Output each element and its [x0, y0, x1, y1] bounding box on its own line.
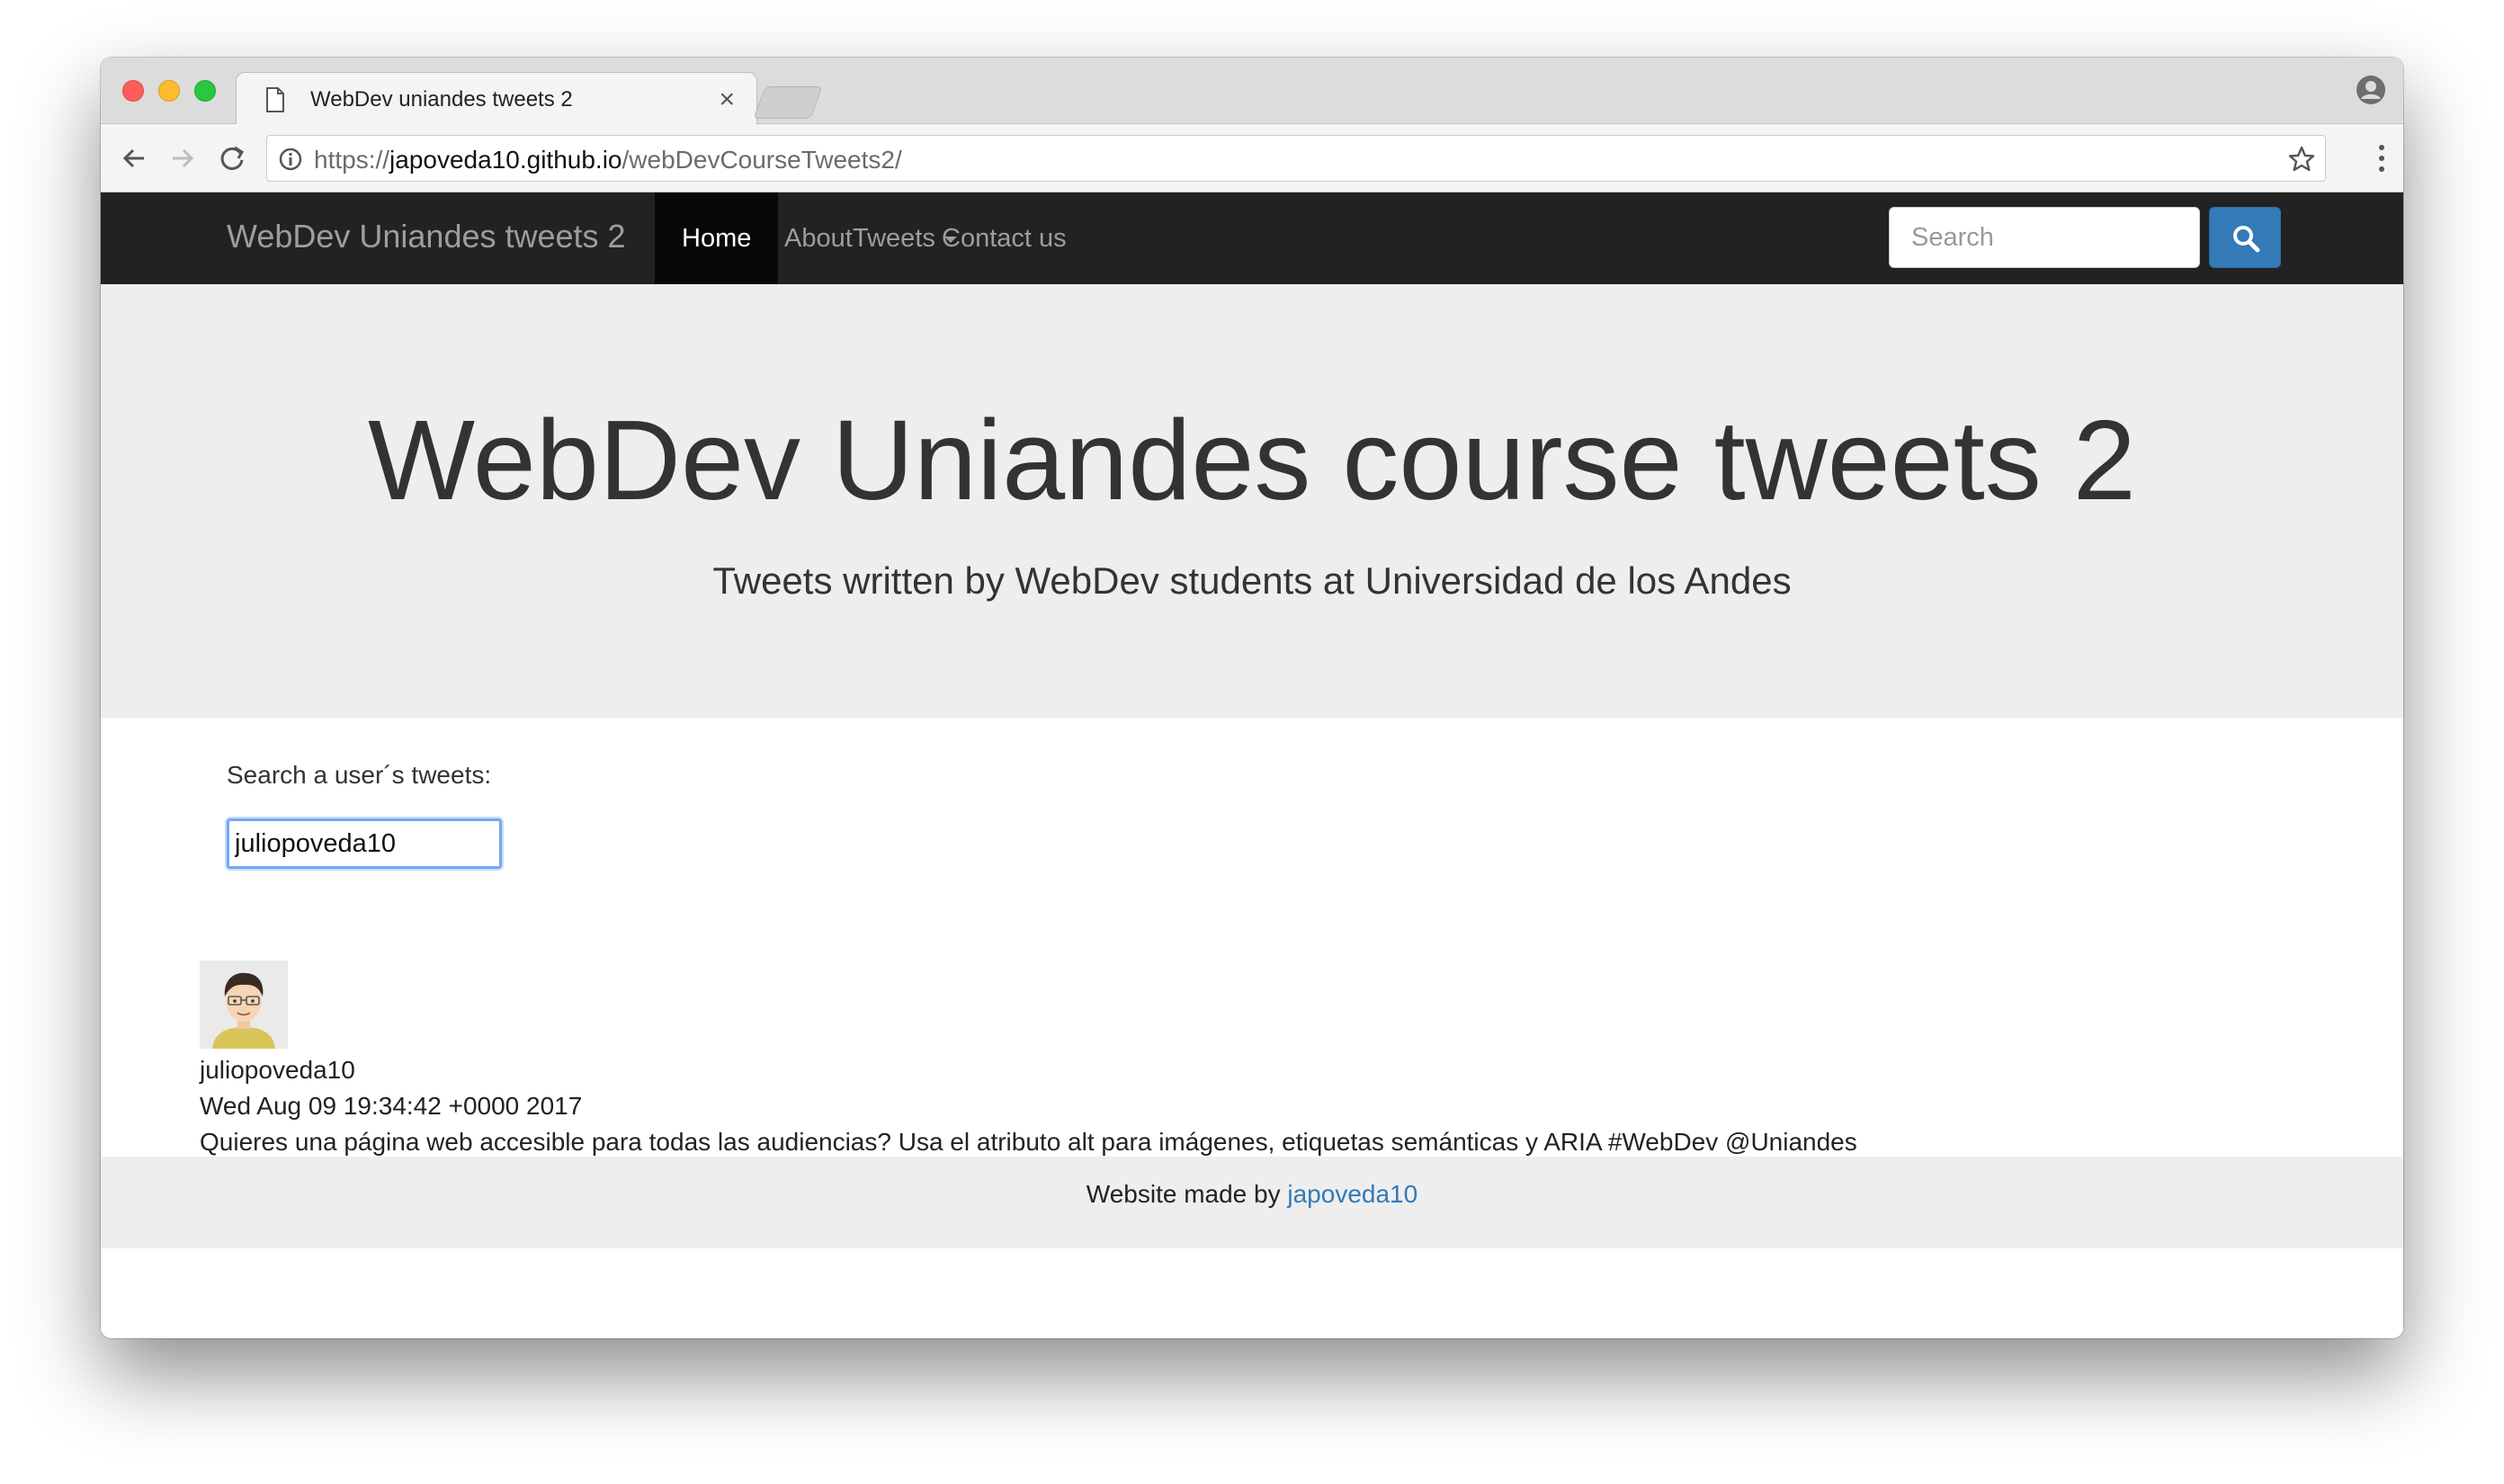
page-title: WebDev Uniandes course tweets 2 — [368, 397, 2136, 523]
address-bar[interactable]: https://japoveda10.github.io/webDevCours… — [266, 135, 2326, 182]
more-menu-icon[interactable] — [2376, 142, 2387, 174]
url-host: japoveda10.github.io — [389, 146, 622, 174]
maximize-window-button[interactable] — [194, 80, 216, 102]
navbar-search-input[interactable] — [1889, 207, 2200, 268]
bookmark-star-icon[interactable] — [2287, 145, 2316, 174]
tab-close-icon[interactable]: × — [719, 82, 735, 118]
jumbotron: WebDev Uniandes course tweets 2 Tweets w… — [101, 284, 2403, 718]
close-window-button[interactable] — [122, 80, 144, 102]
navbar-search-button[interactable] — [2209, 207, 2281, 268]
reload-icon[interactable] — [214, 140, 250, 176]
browser-toolbar: https://japoveda10.github.io/webDevCours… — [101, 124, 2403, 192]
browser-window: WebDev uniandes tweets 2 × https://japov… — [101, 58, 2403, 1338]
tweet-username: juliopoveda10 — [200, 1056, 355, 1084]
minimize-window-button[interactable] — [158, 80, 180, 102]
tweet-text: Quieres una página web accesible para to… — [200, 1128, 1857, 1156]
page-subtitle: Tweets written by WebDev students at Uni… — [712, 559, 1792, 602]
url-scheme: https:// — [314, 146, 390, 174]
browser-tab[interactable]: WebDev uniandes tweets 2 × — [236, 72, 757, 126]
site-footer: Website made by japoveda10 — [101, 1157, 2403, 1248]
search-icon — [2233, 226, 2260, 253]
tab-title: WebDev uniandes tweets 2 — [310, 87, 573, 112]
tweet-date: Wed Aug 09 19:34:42 +0000 2017 — [200, 1092, 583, 1120]
site-navbar: WebDev Uniandes tweets 2 Home About Twee… — [101, 192, 2403, 284]
user-search-input[interactable] — [227, 818, 502, 869]
forward-arrow-icon[interactable] — [164, 140, 200, 176]
profile-icon[interactable] — [2355, 74, 2387, 106]
avatar — [200, 961, 288, 1049]
info-icon[interactable] — [278, 147, 303, 172]
new-tab-button[interactable] — [753, 86, 823, 119]
tab-strip: WebDev uniandes tweets 2 × — [101, 58, 2403, 126]
user-search-label: Search a user´s tweets: — [227, 761, 492, 789]
navbar-brand[interactable]: WebDev Uniandes tweets 2 — [227, 218, 626, 255]
nav-contact[interactable]: Contact us — [915, 192, 1094, 284]
back-arrow-icon[interactable] — [117, 140, 153, 176]
document-icon — [266, 87, 284, 112]
url-path: /webDevCourseTweets2/ — [622, 146, 902, 174]
web-page: WebDev Uniandes tweets 2 Home About Twee… — [101, 192, 2403, 1338]
footer-prefix: Website made by — [1086, 1180, 1288, 1208]
url-text: https://japoveda10.github.io/webDevCours… — [314, 146, 902, 174]
footer-author-link[interactable]: japoveda10 — [1287, 1180, 1417, 1208]
user-avatar-image — [200, 961, 288, 1049]
